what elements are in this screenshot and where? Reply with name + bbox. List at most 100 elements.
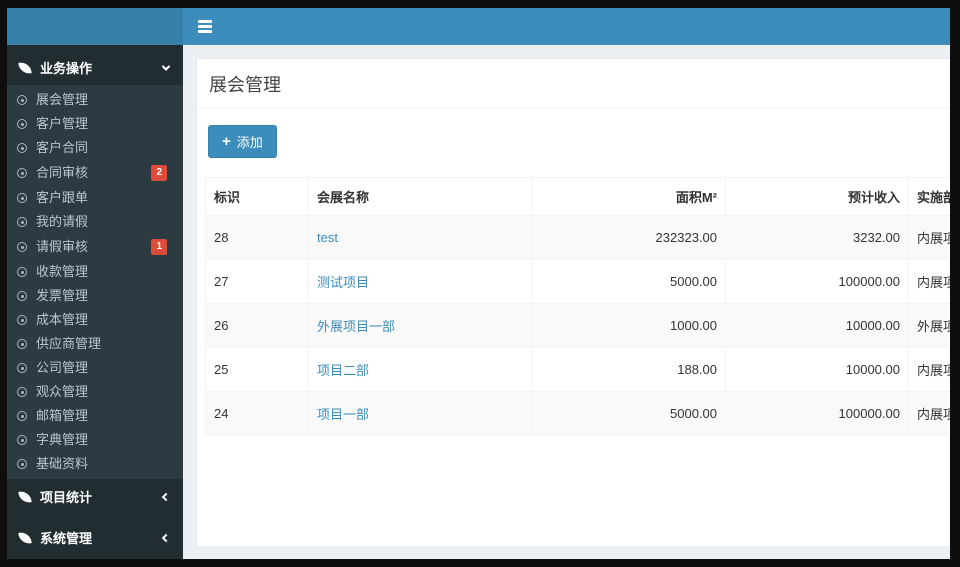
- hamburger-icon[interactable]: [194, 16, 216, 37]
- cell-department: 内展项目: [908, 347, 950, 392]
- sidebar-item-label: 公司管理: [36, 360, 89, 375]
- box-header: 展会管理: [197, 59, 950, 109]
- table-row: 26 外展项目一部 1000.00 10000.00 外展项目: [205, 303, 950, 348]
- circle-icon: [17, 217, 27, 227]
- cell-area: 232323.00: [531, 215, 726, 260]
- cell-income: 100000.00: [725, 259, 909, 304]
- cell-department: 外展项目: [908, 303, 950, 348]
- circle-icon: [17, 267, 27, 277]
- leaf-icon: [18, 530, 32, 545]
- circle-icon: [17, 387, 27, 397]
- cell-area: 1000.00: [531, 303, 726, 348]
- exhibition-link[interactable]: 项目二部: [308, 347, 532, 392]
- chevron-down-icon: [161, 61, 171, 71]
- sidebar-item-label: 基础资料: [36, 456, 89, 471]
- sidebar-item-leave-review[interactable]: 请假审核 1: [7, 234, 183, 260]
- sidebar: 业务操作 展会管理 客户管理 客户合同 合同审核 2 客户跟单 我的请假 请假审…: [7, 45, 183, 559]
- sidebar-item-label: 客户跟单: [36, 190, 89, 205]
- count-badge: 2: [151, 165, 167, 181]
- circle-icon: [17, 411, 27, 421]
- sidebar-item-label: 邮箱管理: [36, 408, 89, 423]
- cell-id: 27: [205, 259, 309, 304]
- col-header-area: 面积M²: [531, 177, 726, 216]
- sidebar-item-customer-mgmt[interactable]: 客户管理: [7, 112, 183, 136]
- sidebar-item-label: 收款管理: [36, 264, 89, 279]
- sidebar-item-audience-mgmt[interactable]: 观众管理: [7, 380, 183, 404]
- circle-icon: [17, 143, 27, 153]
- exhibition-link[interactable]: 测试项目: [308, 259, 532, 304]
- circle-icon: [17, 339, 27, 349]
- circle-icon: [17, 363, 27, 373]
- count-badge: 1: [151, 239, 167, 255]
- add-button-label: 添加: [236, 135, 263, 150]
- sidebar-section-label: 项目统计: [40, 490, 93, 505]
- sidebar-item-my-leave[interactable]: 我的请假: [7, 210, 183, 234]
- page-title: 展会管理: [209, 75, 281, 95]
- sidebar-item-mailbox-mgmt[interactable]: 邮箱管理: [7, 404, 183, 428]
- sidebar-item-label: 发票管理: [36, 288, 89, 303]
- chevron-left-icon: [161, 492, 171, 501]
- circle-icon: [17, 193, 27, 203]
- table-row: 25 项目二部 188.00 10000.00 内展项目: [205, 347, 950, 392]
- sidebar-item-label: 展会管理: [36, 92, 89, 107]
- sidebar-item-customer-followup[interactable]: 客户跟单: [7, 186, 183, 210]
- sidebar-item-customer-contract[interactable]: 客户合同: [7, 136, 183, 160]
- sidebar-section-system-mgmt[interactable]: 系统管理: [7, 520, 183, 555]
- sidebar-item-label: 观众管理: [36, 384, 89, 399]
- table-header-row: 标识 会展名称 面积M² 预计收入 实施部门: [205, 177, 950, 216]
- sidebar-section-label: 系统管理: [40, 531, 93, 546]
- sidebar-item-label: 供应商管理: [36, 336, 102, 351]
- sidebar-item-dictionary-mgmt[interactable]: 字典管理: [7, 428, 183, 452]
- exhibition-link[interactable]: 项目一部: [308, 391, 532, 436]
- cell-area: 188.00: [531, 347, 726, 392]
- cell-id: 26: [205, 303, 309, 348]
- circle-icon: [17, 119, 27, 129]
- sidebar-item-label: 客户合同: [36, 140, 89, 155]
- table-row: 28 test 232323.00 3232.00 内展项目: [205, 215, 950, 260]
- sidebar-item-supplier-mgmt[interactable]: 供应商管理: [7, 332, 183, 356]
- screenshot-frame: 业务操作 展会管理 客户管理 客户合同 合同审核 2 客户跟单 我的请假 请假审…: [0, 0, 960, 567]
- content-area: 展会管理 + 添加 标识 会展名称 面积M² 预计收入 实施 28 test 2…: [183, 45, 950, 559]
- cell-id: 28: [205, 215, 309, 260]
- sidebar-item-label: 字典管理: [36, 432, 89, 447]
- sidebar-item-contract-review[interactable]: 合同审核 2: [7, 160, 183, 186]
- app-window: 业务操作 展会管理 客户管理 客户合同 合同审核 2 客户跟单 我的请假 请假审…: [7, 8, 950, 559]
- chevron-left-icon: [161, 533, 171, 542]
- circle-icon: [17, 459, 27, 469]
- cell-income: 10000.00: [725, 347, 909, 392]
- exhibition-link[interactable]: 外展项目一部: [308, 303, 532, 348]
- circle-icon: [17, 315, 27, 325]
- col-header-id: 标识: [205, 177, 309, 216]
- leaf-icon: [18, 489, 32, 504]
- sidebar-item-company-mgmt[interactable]: 公司管理: [7, 356, 183, 380]
- cell-income: 100000.00: [725, 391, 909, 436]
- table-row: 24 项目一部 5000.00 100000.00 内展项目: [205, 391, 950, 436]
- exhibitions-table: 标识 会展名称 面积M² 预计收入 实施部门 28 te: [205, 177, 950, 436]
- circle-icon: [17, 242, 27, 252]
- sidebar-section-business-ops[interactable]: 业务操作: [7, 50, 183, 85]
- sidebar-section-label: 业务操作: [40, 61, 93, 76]
- sidebar-item-basic-data[interactable]: 基础资料: [7, 452, 183, 476]
- cell-id: 25: [205, 347, 309, 392]
- exhibition-link[interactable]: test: [308, 215, 532, 260]
- box-body: + 添加 标识 会展名称 面积M² 预计收入 实施 28 test 232323…: [197, 109, 950, 444]
- sidebar-item-exhibition-mgmt[interactable]: 展会管理: [7, 88, 183, 112]
- sidebar-item-invoice-mgmt[interactable]: 发票管理: [7, 284, 183, 308]
- add-button[interactable]: + 添加: [208, 125, 277, 158]
- cell-department: 内展项目: [908, 259, 950, 304]
- plus-icon: +: [222, 133, 231, 150]
- top-bar: [7, 8, 950, 45]
- circle-icon: [17, 168, 27, 178]
- sidebar-section-project-stats[interactable]: 项目统计: [7, 479, 183, 514]
- cell-income: 10000.00: [725, 303, 909, 348]
- exhibition-box: 展会管理 + 添加 标识 会展名称 面积M² 预计收入 实施 28 test 2…: [196, 58, 950, 546]
- cell-id: 24: [205, 391, 309, 436]
- logo-area: [7, 8, 183, 45]
- sidebar-item-payment-mgmt[interactable]: 收款管理: [7, 260, 183, 284]
- top-navbar: [183, 8, 950, 45]
- sidebar-submenu: 展会管理 客户管理 客户合同 合同审核 2 客户跟单 我的请假 请假审核 1 收…: [7, 85, 183, 479]
- col-header-department: 实施部门: [908, 177, 950, 216]
- col-header-name: 会展名称: [308, 177, 532, 216]
- cell-department: 内展项目: [908, 391, 950, 436]
- sidebar-item-cost-mgmt[interactable]: 成本管理: [7, 308, 183, 332]
